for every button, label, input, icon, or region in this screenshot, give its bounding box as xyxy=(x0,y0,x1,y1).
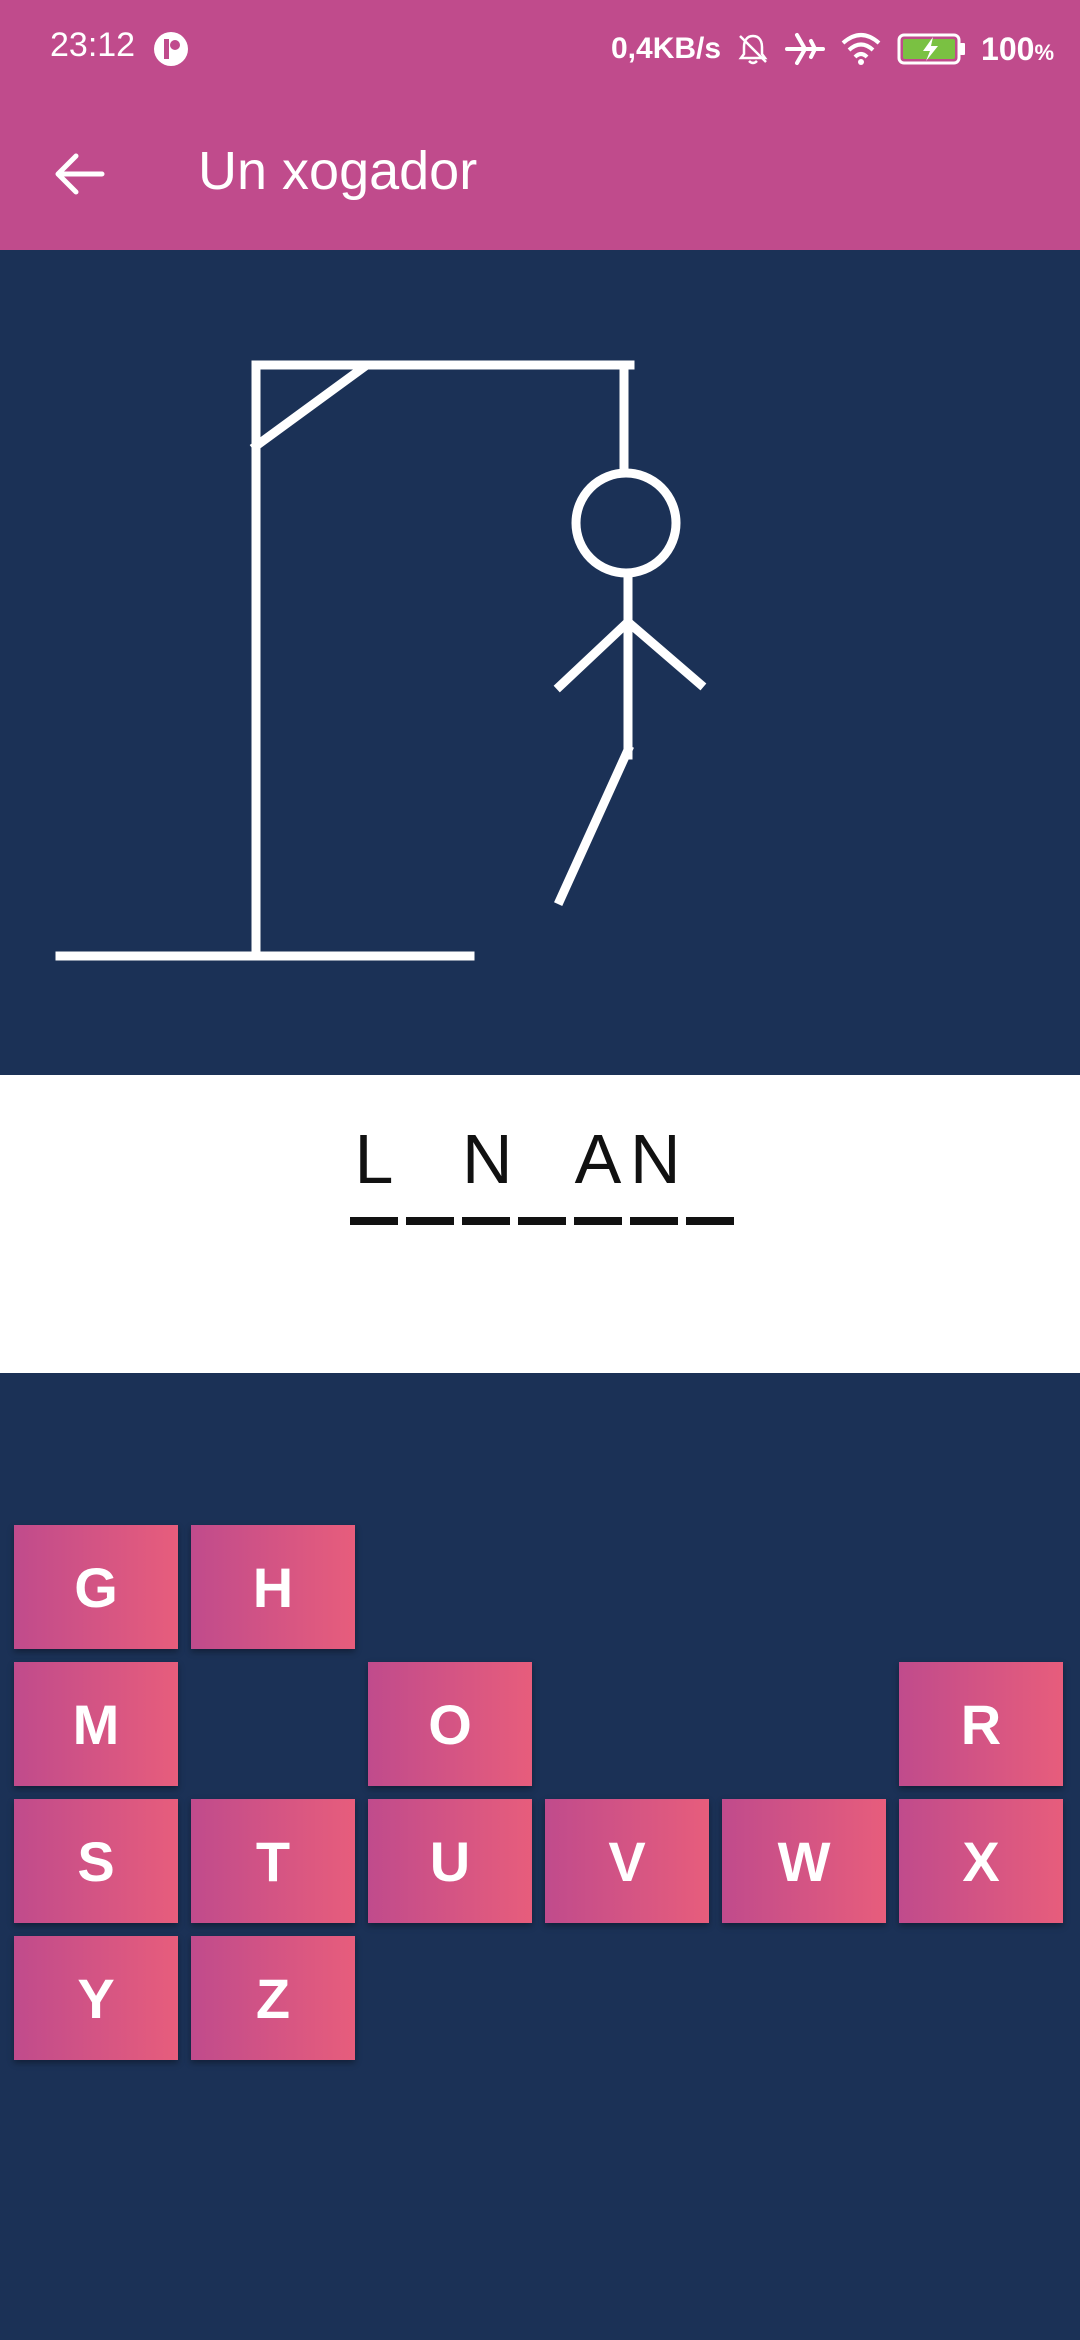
letter-slot xyxy=(686,1115,734,1225)
key-t[interactable]: T xyxy=(191,1799,355,1923)
key-r[interactable]: R xyxy=(899,1662,1063,1786)
letter-keyboard: G H M O R S T U V W X Y Z xyxy=(0,1373,1080,2340)
network-speed: 0,4KB/s xyxy=(610,32,722,65)
letter-slot xyxy=(406,1115,454,1225)
hangman-right-arm xyxy=(621,615,707,691)
hangman-drawing-area xyxy=(0,250,1080,1075)
letter-slot: A xyxy=(574,1115,622,1225)
notification-app-icon xyxy=(154,32,188,66)
letter-slot xyxy=(518,1115,566,1225)
hangman-left-leg xyxy=(554,744,634,906)
key-h[interactable]: H xyxy=(191,1525,355,1649)
wifi-icon xyxy=(841,33,881,65)
key-y[interactable]: Y xyxy=(14,1936,178,2060)
key-w[interactable]: W xyxy=(722,1799,886,1923)
key-g[interactable]: G xyxy=(14,1525,178,1649)
letter-slot: L xyxy=(350,1115,398,1225)
letter-slot: N xyxy=(630,1115,681,1225)
status-time: 23:12 xyxy=(50,26,136,64)
key-m[interactable]: M xyxy=(14,1662,178,1786)
word-slots: L N A N xyxy=(350,1115,734,1225)
hangman-figure xyxy=(55,360,707,961)
battery-level: 100% xyxy=(981,30,1054,67)
status-right: 0,4KB/s 100% xyxy=(611,24,1054,74)
gallows-brace xyxy=(249,360,371,453)
hangman-left-arm xyxy=(553,615,635,693)
word-panel: L N A N xyxy=(0,1075,1080,1373)
page-title: Un xogador xyxy=(198,141,478,201)
hangman-head xyxy=(571,468,681,578)
arrow-left-icon xyxy=(55,153,105,195)
key-u[interactable]: U xyxy=(368,1799,532,1923)
battery-charging-icon xyxy=(897,33,966,65)
airplane-icon xyxy=(785,33,826,65)
key-x[interactable]: X xyxy=(899,1799,1063,1923)
key-s[interactable]: S xyxy=(14,1799,178,1923)
key-v[interactable]: V xyxy=(545,1799,709,1923)
letter-slot: N xyxy=(462,1115,513,1225)
app-bar: Un xogador xyxy=(0,98,1080,250)
key-z[interactable]: Z xyxy=(191,1936,355,2060)
key-o[interactable]: O xyxy=(368,1662,532,1786)
back-button[interactable] xyxy=(40,134,120,214)
bell-muted-icon xyxy=(738,34,768,65)
status-bar: 23:12 0,4KB/s 100% xyxy=(0,0,1080,98)
